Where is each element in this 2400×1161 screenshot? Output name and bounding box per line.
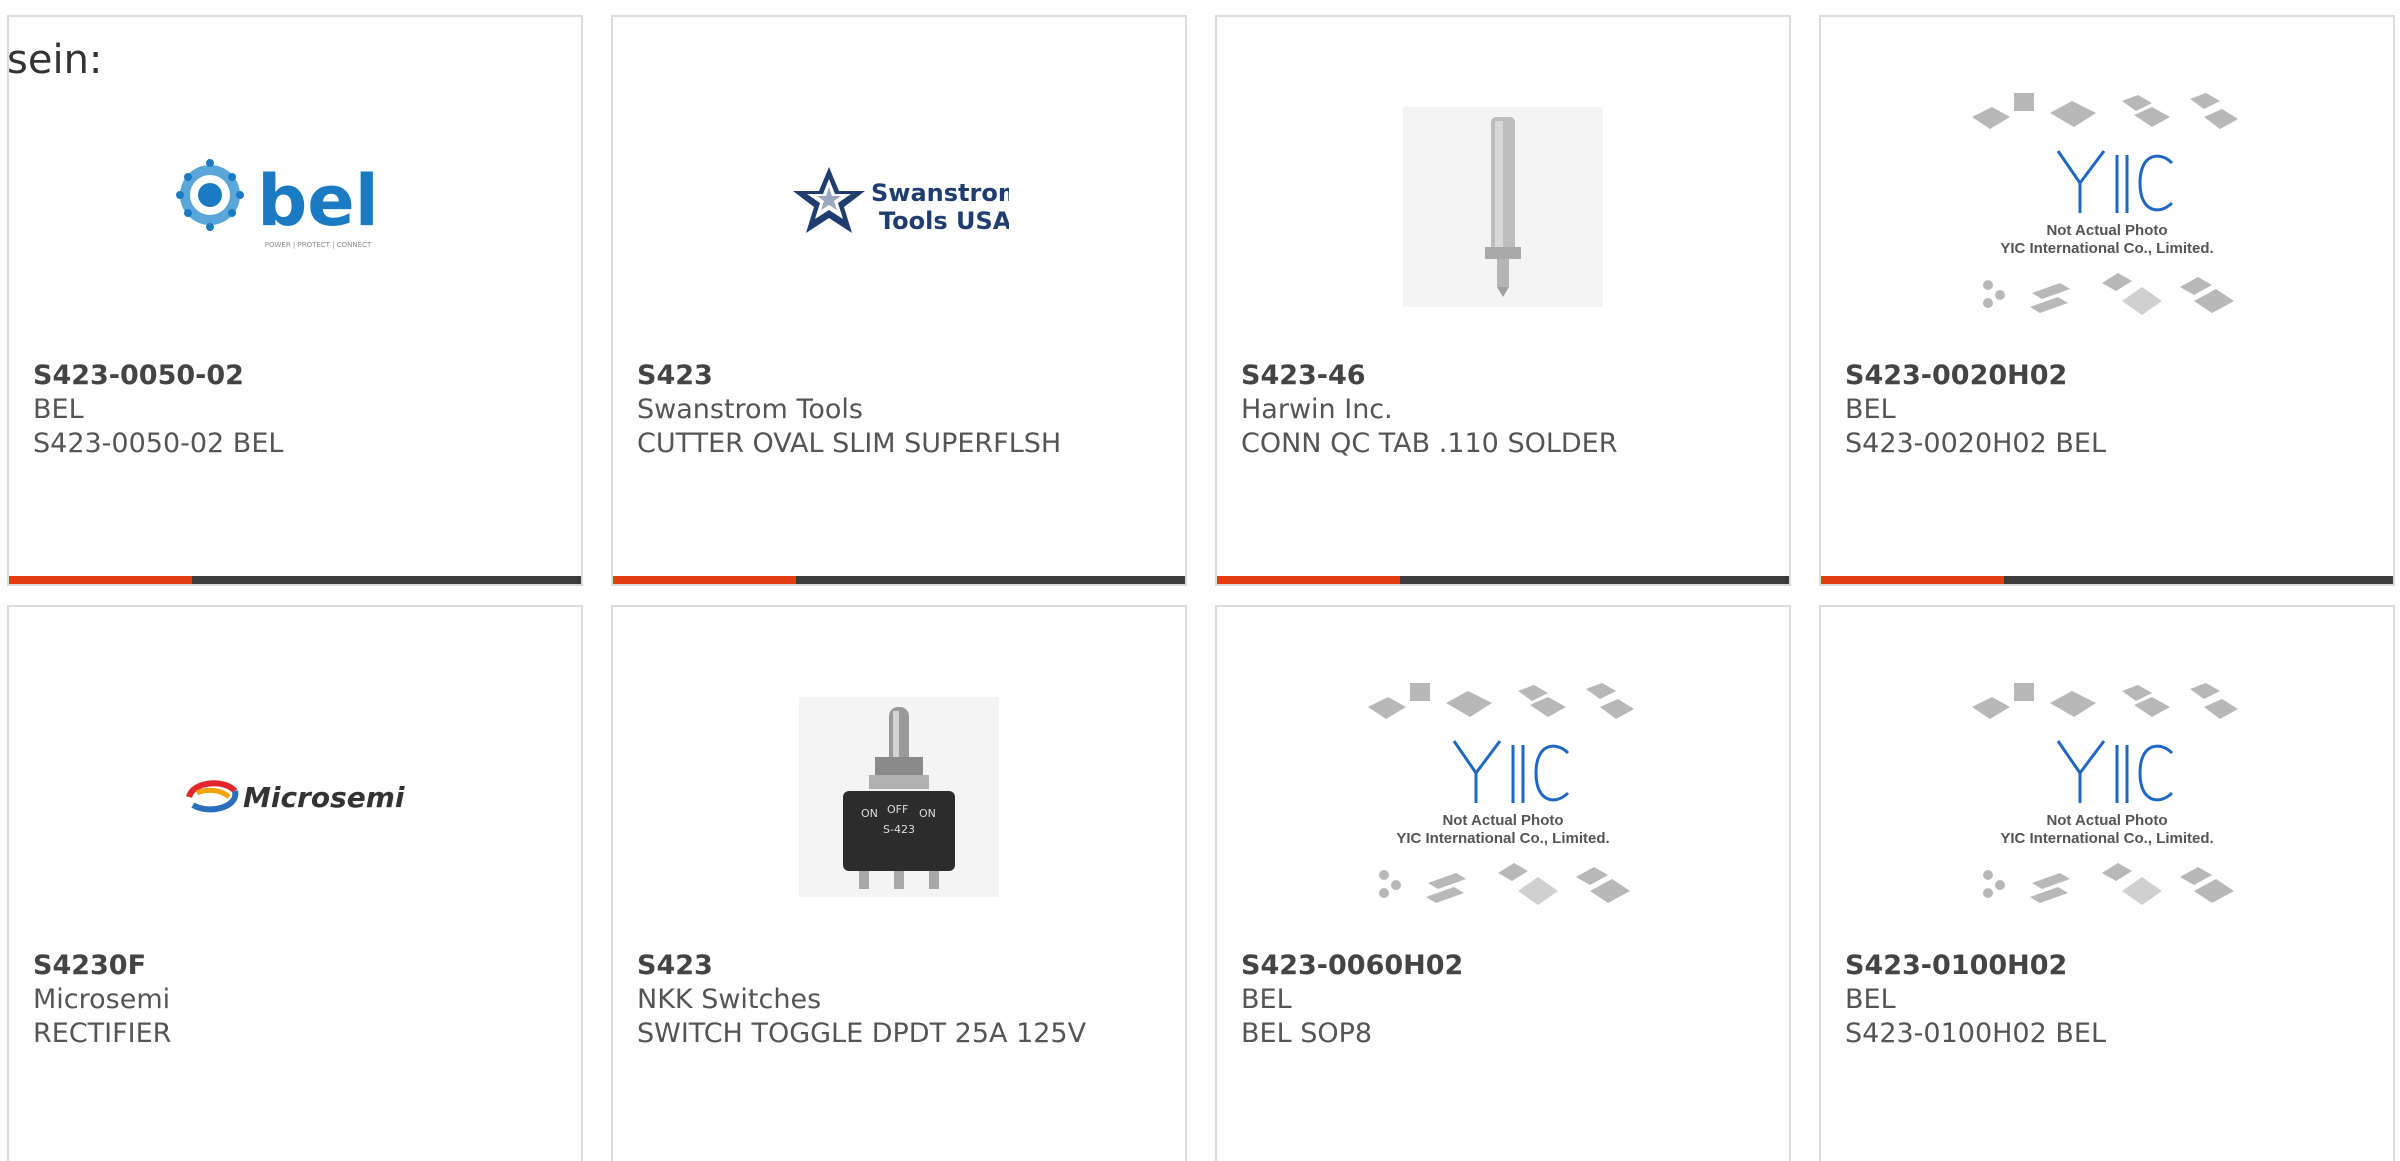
card-footer-bar [613,576,1185,584]
part-number-link[interactable]: S4230F [33,949,561,983]
product-description: RECTIFIER [33,1018,172,1049]
product-description: CUTTER OVAL SLIM SUPERFLSH [637,428,1062,459]
card-accent-bar [1821,576,2004,584]
product-info: S423-46 Harwin Inc. CONN QC TAB .110 SOL… [1241,359,1769,461]
manufacturer-name: Harwin Inc. [1241,394,1393,425]
product-info: S423-0060H02 BEL BEL SOP8 [1241,949,1769,1051]
part-number-link[interactable]: S423-0050-02 [33,359,561,393]
manufacturer-name: BEL [1845,984,1896,1015]
manufacturer-name: BEL [1241,984,1292,1015]
part-number-link[interactable]: S423-0020H02 [1845,359,2373,393]
card-footer-bar [1217,576,1789,584]
product-card[interactable]: Microsemi S4230F Microsemi RECTIFIER [7,605,583,1161]
svg-text:Not Actual Photo: Not Actual Photo [1442,812,1563,829]
svg-text:Not Actual Photo: Not Actual Photo [2046,222,2167,239]
svg-text:YIC International Co., Limited: YIC International Co., Limited. [1396,830,1609,847]
product-info: S423-0050-02 BEL S423-0050-02 BEL [33,359,561,461]
bel-logo: bel POWER | PROTECT | CONNECT [176,159,379,249]
part-number-link[interactable]: S423-0100H02 [1845,949,2373,983]
product-info: S423 NKK Switches SWITCH TOGGLE DPDT 25A… [637,949,1165,1051]
product-info: S4230F Microsemi RECTIFIER [33,949,561,1051]
part-number-link[interactable]: S423-0060H02 [1241,949,1769,983]
svg-text:Not Actual Photo: Not Actual Photo [2046,812,2167,829]
product-card[interactable]: S423-46 Harwin Inc. CONN QC TAB .110 SOL… [1215,15,1791,586]
connector-tab-photo[interactable] [1358,87,1648,327]
part-number-link[interactable]: S423 [637,359,1165,393]
svg-text:YIC International Co., Limited: YIC International Co., Limited. [2000,240,2213,257]
manufacturer-name: Microsemi [33,984,171,1015]
svg-text:Microsemi: Microsemi [243,781,405,814]
card-footer-bar [9,576,581,584]
product-grid-page: sein: bel POWER | PROTECT | CONNECT S423… [0,0,2400,1161]
yic-placeholder-image[interactable]: Not Actual Photo YIC International Co., … [1358,677,1648,917]
product-card[interactable]: Not Actual Photo YIC International Co., … [1215,605,1791,1161]
microsemi-logo: Microsemi [186,780,405,814]
toggle-switch-photo[interactable]: ON OFF ON S-423 [754,677,1044,917]
product-card[interactable]: Not Actual Photo YIC International Co., … [1819,605,2395,1161]
svg-text:YIC International Co., Limited: YIC International Co., Limited. [2000,830,2213,847]
product-info: S423 Swanstrom Tools CUTTER OVAL SLIM SU… [637,359,1165,461]
manufacturer-name: Swanstrom Tools [637,394,863,425]
svg-text:S-423: S-423 [883,823,915,836]
yic-placeholder-icon: Not Actual Photo YIC International Co., … [1972,683,2238,905]
product-info: S423-0100H02 BEL S423-0100H02 BEL [1845,949,2373,1051]
svg-text:OFF: OFF [887,803,908,816]
part-number-link[interactable]: S423-46 [1241,359,1769,393]
product-description: S423-0020H02 BEL [1845,428,2106,459]
product-card[interactable]: Not Actual Photo YIC International Co., … [1819,15,2395,586]
yic-placeholder-image[interactable]: Not Actual Photo YIC International Co., … [1962,87,2252,327]
product-card[interactable]: Swanstrom Tools USA S423 Swanstrom Tools… [611,15,1187,586]
product-info: S423-0020H02 BEL S423-0020H02 BEL [1845,359,2373,461]
toggle-switch-icon: ON OFF ON S-423 [799,697,999,897]
svg-text:POWER | PROTECT | CONNECT: POWER | PROTECT | CONNECT [265,241,372,249]
product-description: S423-0100H02 BEL [1845,1018,2106,1049]
part-number-link[interactable]: S423 [637,949,1165,983]
product-description: BEL SOP8 [1241,1018,1373,1049]
product-description: SWITCH TOGGLE DPDT 25A 125V [637,1018,1087,1049]
svg-text:ON: ON [919,807,936,820]
intro-text: sein: [7,37,103,83]
product-description: S423-0050-02 BEL [33,428,284,459]
swanstrom-logo-image[interactable]: Swanstrom Tools USA [754,87,1044,327]
manufacturer-name: NKK Switches [637,984,822,1015]
connector-tab-icon [1403,107,1603,307]
manufacturer-name: BEL [1845,394,1896,425]
bel-logo-image[interactable]: bel POWER | PROTECT | CONNECT [150,87,440,327]
swanstrom-logo: Swanstrom Tools USA [793,167,1009,235]
card-accent-bar [9,576,192,584]
yic-placeholder-icon: Not Actual Photo YIC International Co., … [1368,683,1634,905]
svg-text:ON: ON [861,807,878,820]
yic-placeholder-icon: Not Actual Photo YIC International Co., … [1972,93,2238,315]
product-card[interactable]: ON OFF ON S-423 S423 NKK Switches SWITCH… [611,605,1187,1161]
product-card[interactable]: bel POWER | PROTECT | CONNECT S423-0050-… [7,15,583,586]
card-accent-bar [1217,576,1400,584]
yic-placeholder-image[interactable]: Not Actual Photo YIC International Co., … [1962,677,2252,917]
card-footer-bar [1821,576,2393,584]
svg-text:Swanstrom: Swanstrom [871,179,1009,207]
product-description: CONN QC TAB .110 SOLDER [1241,428,1618,459]
card-accent-bar [613,576,796,584]
svg-text:Tools USA: Tools USA [879,207,1009,235]
microsemi-logo-image[interactable]: Microsemi [150,677,440,917]
manufacturer-name: BEL [33,394,84,425]
svg-text:bel: bel [257,160,379,242]
